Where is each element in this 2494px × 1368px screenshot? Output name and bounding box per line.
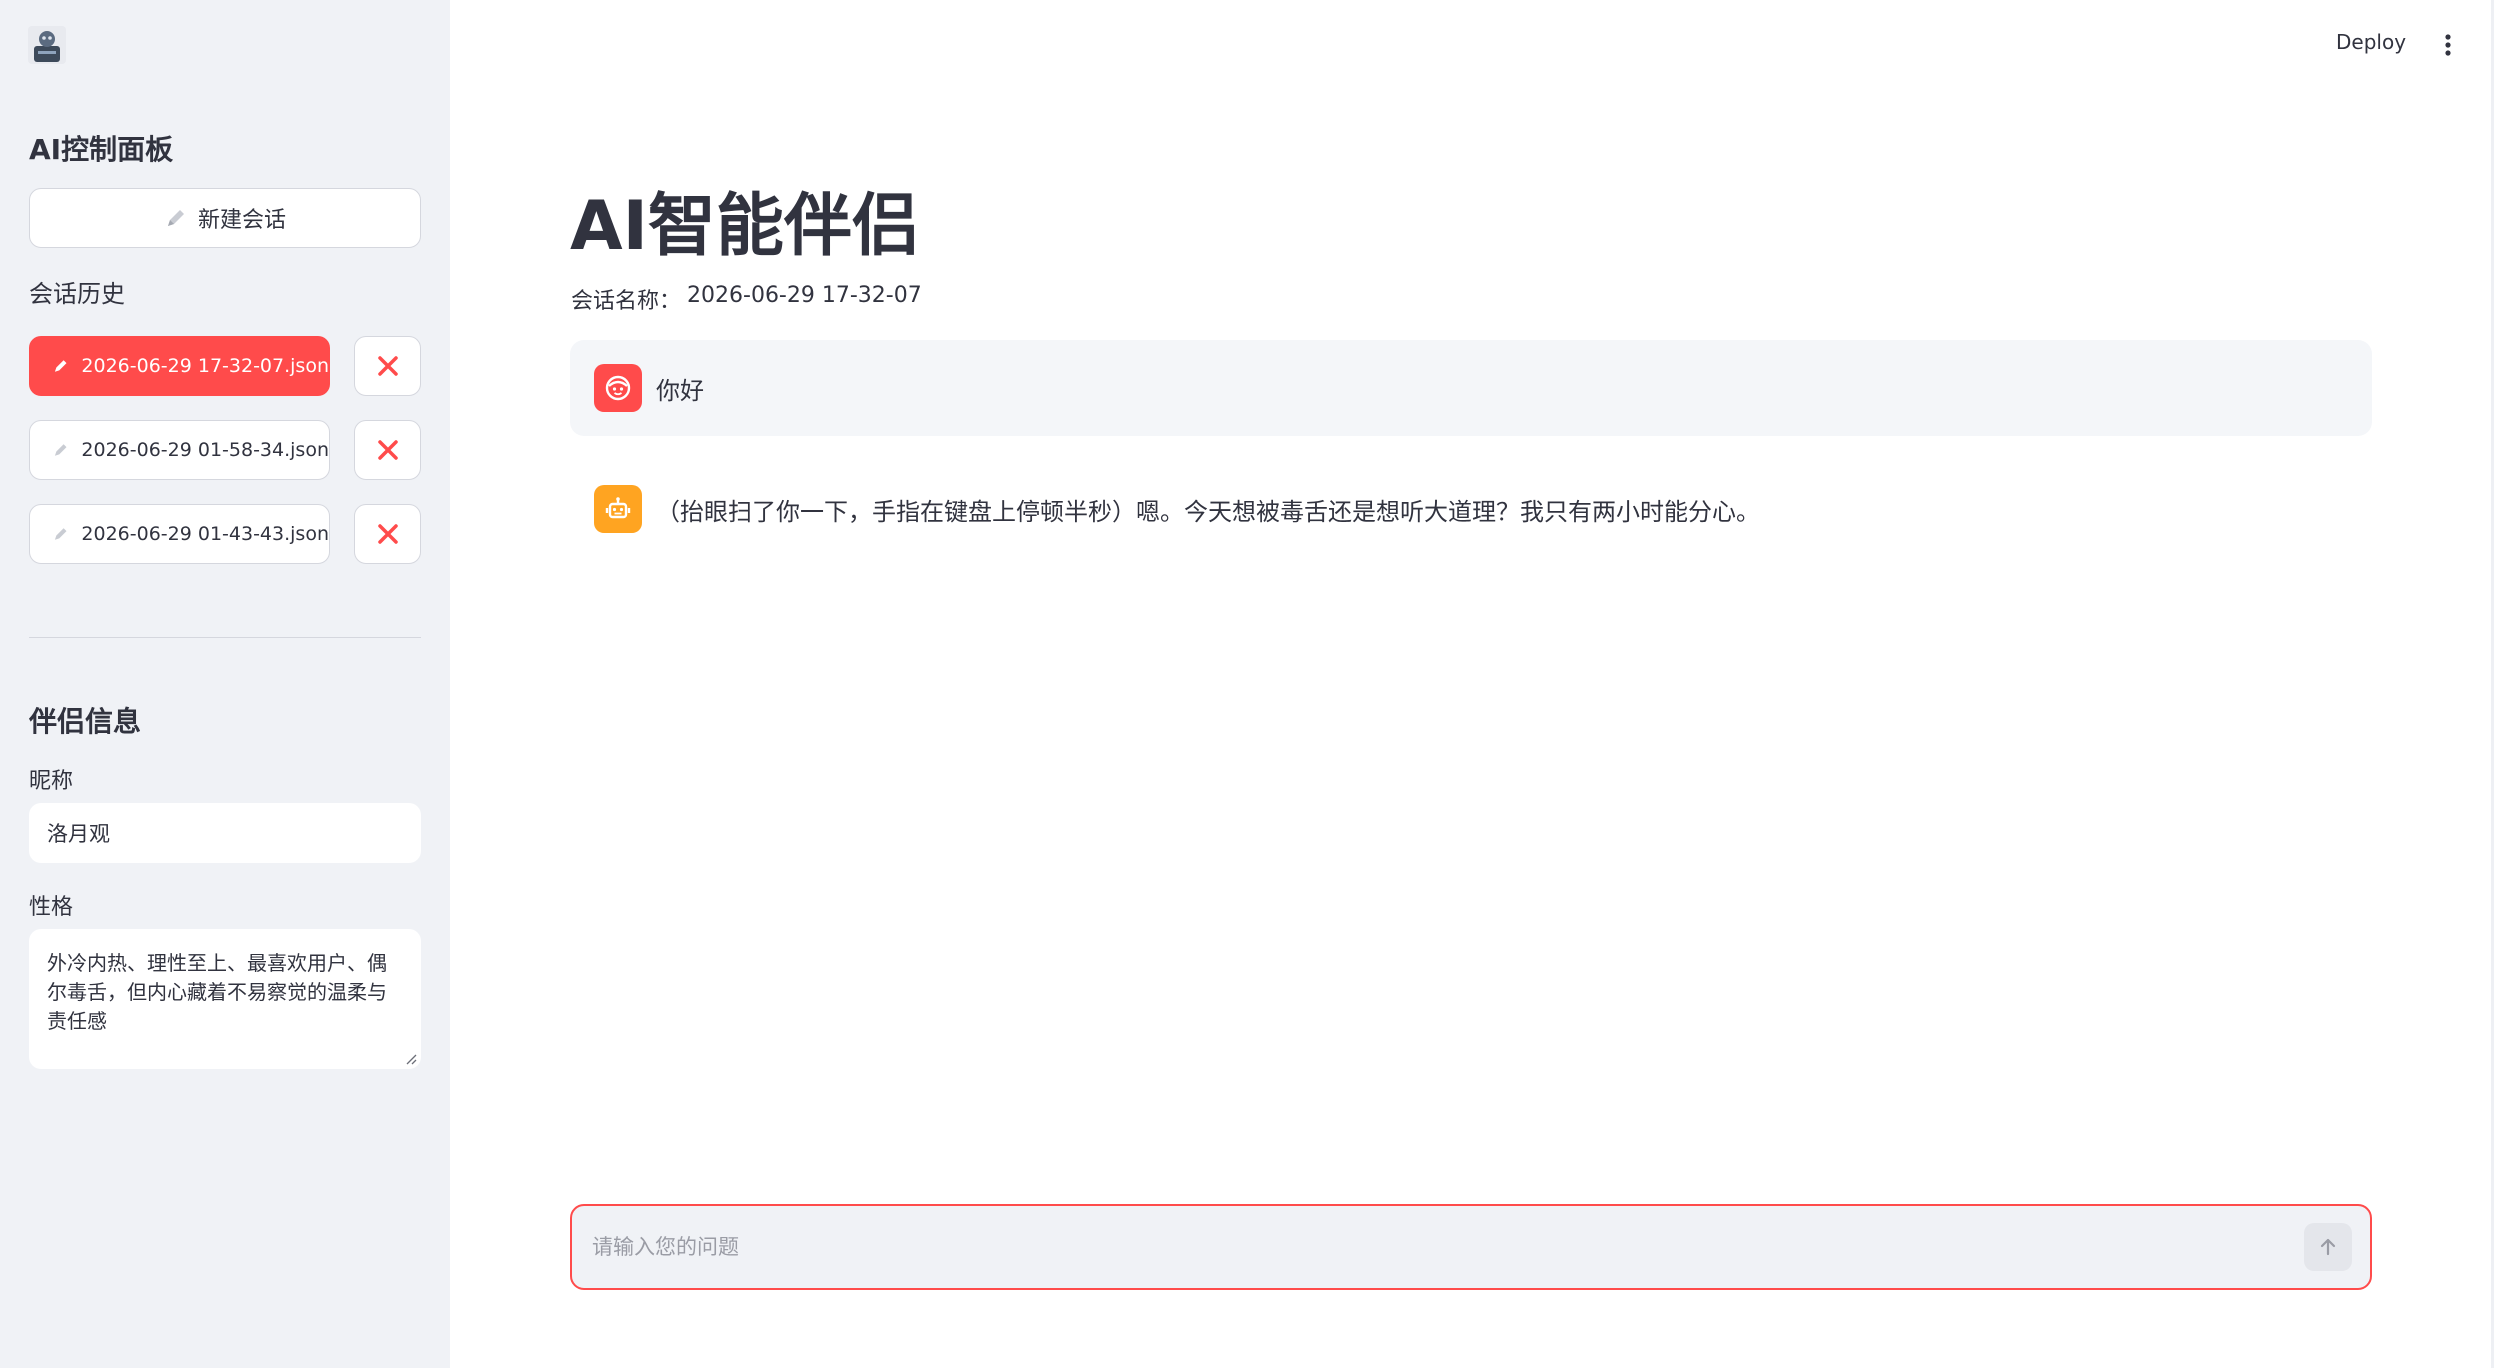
delete-history-button[interactable] [354,336,421,396]
user-face-icon [594,364,642,412]
delete-history-button[interactable] [354,504,421,564]
sidebar-divider [29,637,421,638]
nickname-input[interactable] [29,803,421,863]
chat-input[interactable] [592,1206,2272,1288]
send-button[interactable] [2304,1223,2352,1271]
companion-info-title: 伴侣信息 [29,705,142,738]
page-title: AI智能伴侣 [570,187,920,266]
assistant-message: （抬眼扫了你一下，手指在键盘上停顿半秒）嗯。今天想被毒舌还是想听大道理？我只有两… [570,478,2372,540]
history-item-label: 2026-06-29 17-32-07.json [81,355,329,377]
history-row: 2026-06-29 01-43-43.json [29,504,421,564]
nickname-label: 昵称 [29,769,74,794]
history-item-button[interactable]: 2026-06-29 17-32-07.json [29,336,330,396]
app: AI控制面板 新建会话 会话历史 2026-06-29 17-32-07.jso… [0,0,2494,1368]
history-item-label: 2026-06-29 01-58-34.json [81,439,329,461]
vertical-dots-menu-icon[interactable] [2440,32,2456,58]
pencil-icon [54,360,67,372]
main-content: Deploy AI智能伴侣 会话名称： 2026-06-29 17-32-07 [450,0,2494,1368]
pencil-icon [54,528,67,540]
deploy-button[interactable]: Deploy [2336,30,2406,54]
robot-avatar-logo-icon [28,26,66,64]
user-message-text: 你好 [656,376,704,405]
history-row: 2026-06-29 01-58-34.json [29,420,421,480]
session-name-value: 2026-06-29 17-32-07 [687,283,922,308]
robot-icon [594,485,642,533]
chat-input-container [570,1204,2372,1290]
user-message: 你好 [570,340,2372,436]
personality-textarea[interactable]: 外冷内热、理性至上、最喜欢用户、偶尔毒舌，但内心藏着不易察觉的温柔与责任感 [29,929,421,1069]
history-title: 会话历史 [29,280,125,308]
history-item-label: 2026-06-29 01-43-43.json [81,523,329,545]
history-item-button[interactable]: 2026-06-29 01-43-43.json [29,504,330,564]
arrow-up-icon [2320,1238,2336,1256]
session-name-line: 会话名称： 2026-06-29 17-32-07 [571,283,922,315]
new-chat-label: 新建会话 [197,208,286,233]
personality-label: 性格 [29,895,74,920]
close-x-icon [377,356,398,376]
history-row: 2026-06-29 17-32-07.json [29,336,421,396]
pencil-icon [167,210,184,226]
resize-handle-icon[interactable] [405,1053,417,1065]
sidebar: AI控制面板 新建会话 会话历史 2026-06-29 17-32-07.jso… [0,0,450,1368]
delete-history-button[interactable] [354,420,421,480]
new-chat-button[interactable]: 新建会话 [29,188,421,248]
panel-title: AI控制面板 [29,133,174,166]
session-name-prefix: 会话名称： [571,289,682,314]
close-x-icon [377,440,398,460]
close-x-icon [377,524,398,544]
history-item-button[interactable]: 2026-06-29 01-58-34.json [29,420,330,480]
assistant-message-text: （抬眼扫了你一下，手指在键盘上停顿半秒）嗯。今天想被毒舌还是想听大道理？我只有两… [656,497,1760,526]
pencil-icon [54,444,67,456]
